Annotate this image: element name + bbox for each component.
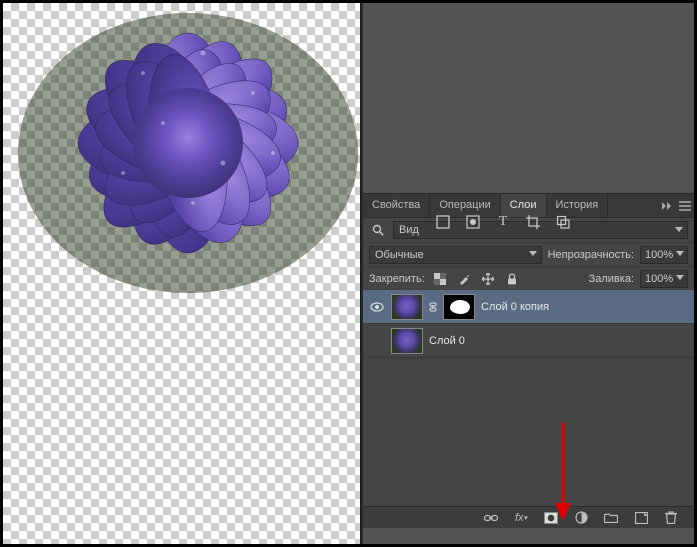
flower-image	[3, 0, 373, 323]
mask-link-icon[interactable]	[429, 294, 437, 320]
chevron-down-icon	[675, 227, 682, 234]
rect-tool-icon[interactable]	[433, 212, 453, 232]
new-layer-icon[interactable]	[632, 509, 650, 527]
blend-mode-value: Обычные	[375, 249, 424, 261]
opacity-label: Непрозрачность:	[548, 249, 634, 261]
layer-name[interactable]: Слой 0	[429, 335, 465, 347]
chevron-down-icon	[529, 251, 536, 258]
blend-mode-select[interactable]: Обычные	[369, 246, 542, 264]
fill-label: Заливка:	[589, 273, 634, 285]
lock-all-icon[interactable]	[503, 270, 521, 288]
new-group-icon[interactable]	[602, 509, 620, 527]
visibility-toggle[interactable]	[369, 299, 385, 315]
opacity-input[interactable]: 100%	[640, 246, 688, 264]
lock-position-icon[interactable]	[479, 270, 497, 288]
layers-bottom-bar: fx▾	[363, 506, 694, 528]
panel-menu-icon[interactable]	[676, 194, 694, 217]
panel-collapse-icon[interactable]	[658, 194, 676, 217]
filter-type-label: Вид	[399, 224, 419, 236]
chevron-down-icon	[676, 251, 683, 258]
top-tool-strip: T	[433, 211, 573, 233]
fx-icon[interactable]: fx▾	[512, 509, 530, 527]
fill-input[interactable]: 100%	[640, 270, 688, 288]
document-canvas[interactable]	[3, 3, 360, 544]
layer-thumbnail[interactable]	[391, 294, 423, 320]
text-tool-icon[interactable]: T	[493, 212, 513, 232]
layer-row[interactable]: Слой 0	[363, 324, 694, 358]
status-bar	[363, 528, 694, 544]
adjustment-layer-icon[interactable]	[572, 509, 590, 527]
mask-tool-icon[interactable]	[463, 212, 483, 232]
link-layers-icon[interactable]	[482, 509, 500, 527]
lock-transparency-icon[interactable]	[431, 270, 449, 288]
add-mask-icon[interactable]	[542, 509, 560, 527]
delete-layer-icon[interactable]	[662, 509, 680, 527]
chevron-down-icon	[676, 275, 683, 282]
layer-thumbnail[interactable]	[391, 328, 423, 354]
fill-value: 100%	[645, 273, 673, 285]
blend-row: Обычные Непрозрачность: 100%	[363, 242, 694, 266]
shape-tool-icon[interactable]	[553, 212, 573, 232]
opacity-value: 100%	[645, 249, 673, 261]
lock-pixels-icon[interactable]	[455, 270, 473, 288]
search-icon	[369, 221, 387, 239]
layer-mask-thumbnail[interactable]	[443, 294, 475, 320]
lock-label: Закрепить:	[369, 273, 425, 285]
layer-name[interactable]: Слой 0 копия	[481, 301, 549, 313]
lock-row: Закрепить: Заливка: 100%	[363, 266, 694, 290]
layers-list: Слой 0 копия Слой 0	[363, 290, 694, 506]
visibility-toggle[interactable]	[369, 333, 385, 349]
tab-properties[interactable]: Свойства	[363, 194, 430, 217]
layers-panel: Свойства Операции Слои История Вид Обычн…	[363, 193, 694, 528]
crop-tool-icon[interactable]	[523, 212, 543, 232]
layer-row[interactable]: Слой 0 копия	[363, 290, 694, 324]
